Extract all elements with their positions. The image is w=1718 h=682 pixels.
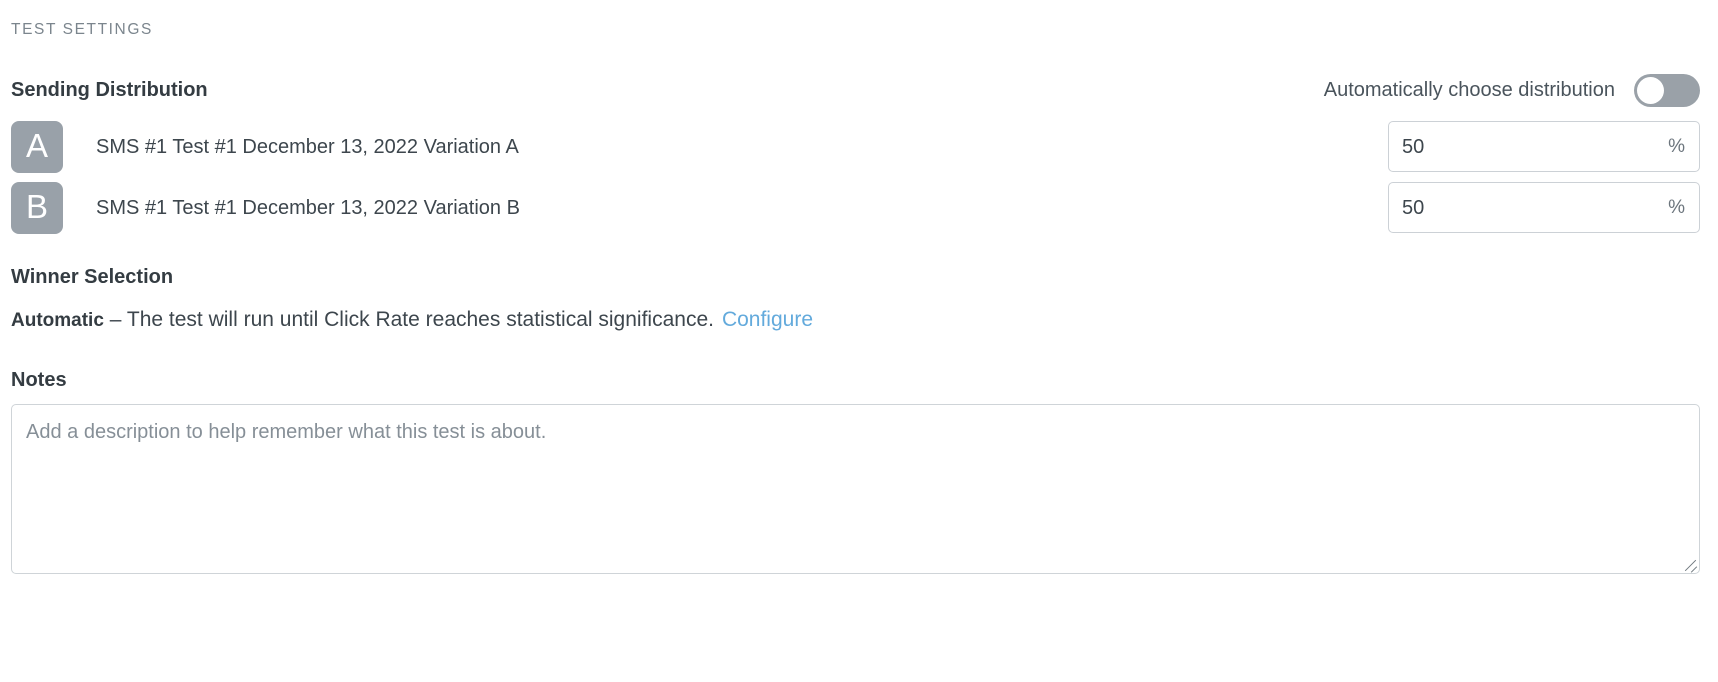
notes-placeholder: Add a description to help remember what … [26, 421, 547, 443]
variation-label-b: SMS #1 Test #1 December 13, 2022 Variati… [96, 196, 520, 219]
percent-suffix-b: % [1668, 196, 1685, 218]
sending-distribution-header-row: Sending Distribution Automatically choos… [11, 73, 1700, 107]
variation-percent-field-a[interactable]: 50 % [1388, 121, 1700, 172]
auto-distribution-label: Automatically choose distribution [1323, 79, 1615, 101]
variation-row: B SMS #1 Test #1 December 13, 2022 Varia… [11, 177, 1700, 238]
test-settings-page: TEST SETTINGS Sending Distribution Autom… [0, 0, 1718, 682]
variation-percent-field-b[interactable]: 50 % [1388, 182, 1700, 233]
winner-selection-title: Winner Selection [11, 266, 174, 288]
variation-row: A SMS #1 Test #1 December 13, 2022 Varia… [11, 116, 1700, 177]
resize-handle-icon[interactable] [1683, 557, 1698, 573]
sending-distribution-title: Sending Distribution [11, 79, 208, 101]
percent-suffix-a: % [1668, 135, 1685, 157]
configure-link[interactable]: Configure [722, 308, 813, 331]
variation-badge-a: A [11, 120, 63, 173]
notes-textarea[interactable]: Add a description to help remember what … [11, 404, 1700, 574]
auto-distribution-group: Automatically choose distribution [1323, 73, 1700, 107]
variation-percent-input-b[interactable]: 50 [1389, 196, 1424, 220]
section-header-test-settings: TEST SETTINGS [11, 21, 153, 38]
variation-badge-b: B [11, 181, 63, 234]
variation-list: A SMS #1 Test #1 December 13, 2022 Varia… [11, 116, 1700, 238]
notes-label: Notes [11, 369, 67, 391]
winner-selection-text: – The test will run until Click Rate rea… [109, 308, 714, 331]
toggle-knob [1637, 76, 1664, 104]
variation-label-a: SMS #1 Test #1 December 13, 2022 Variati… [96, 135, 519, 158]
auto-distribution-toggle[interactable] [1634, 73, 1700, 107]
winner-selection-mode: Automatic [11, 310, 104, 331]
winner-selection-description: Automatic – The test will run until Clic… [11, 307, 1700, 335]
variation-percent-input-a[interactable]: 50 [1389, 135, 1424, 159]
